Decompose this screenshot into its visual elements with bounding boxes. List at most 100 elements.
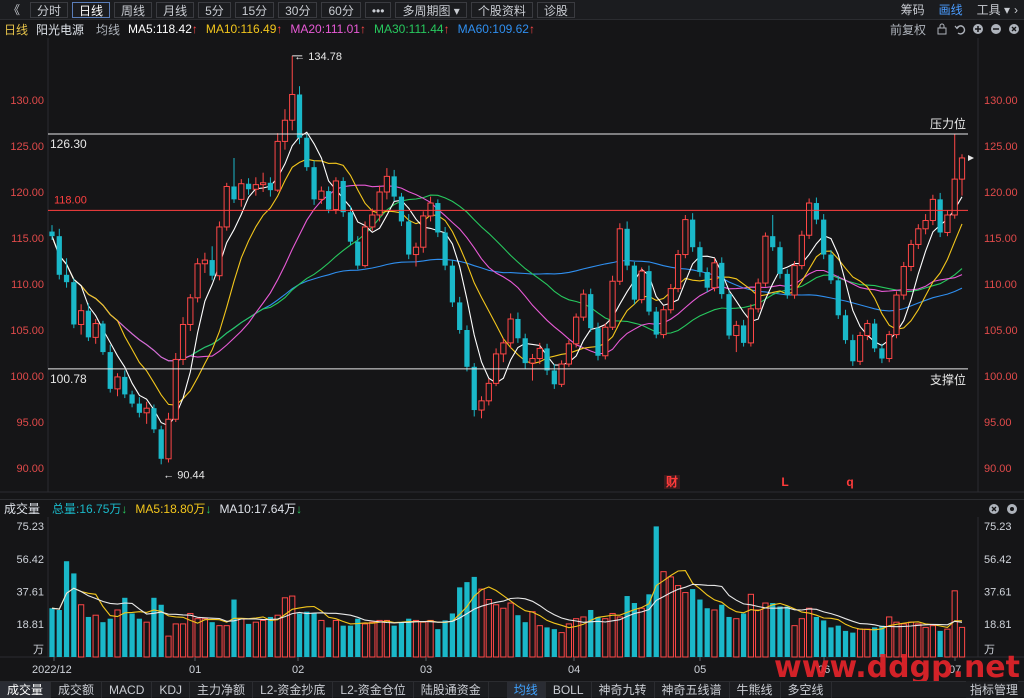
indicator-manage-button[interactable]: 指标管理 [965,681,1018,698]
ma-type-label[interactable]: 均线 [96,21,120,38]
volume-bar [551,629,557,657]
event-marker[interactable]: q [846,475,853,489]
indicator-tab[interactable]: 多空线 [781,681,832,698]
price-tick-label: 115.00 [11,233,44,245]
candle-body [536,347,543,360]
volume-bar [136,618,142,657]
volume-bar [770,603,776,657]
candle-body [733,324,740,337]
candle-body [259,182,267,186]
period-tab[interactable]: 30分 [278,1,318,18]
period-tab[interactable]: 多周期图 ▾ [395,1,467,18]
volume-bar [536,625,543,658]
candle-body [573,316,580,345]
volume-bar [500,607,507,658]
candle-body [850,340,856,362]
volume-chart[interactable]: 75.23 75.23 56.42 56.42 37.61 37.61 18.81 18.81… [0,517,1024,681]
close-icon[interactable] [988,503,1000,515]
indicator-tab[interactable]: 陆股通资金 [414,681,489,698]
price-tick-label: 90.00 [984,463,1012,475]
volume-bar [274,614,281,658]
candle-body [252,184,259,190]
volume-bar [733,618,740,658]
zoom-in-icon[interactable] [972,23,984,35]
period-tab[interactable]: 诊股 [536,1,575,18]
candle-body [856,335,864,362]
candle-body [690,219,696,248]
candle-body [296,94,303,138]
drawing-button[interactable]: 画线 [939,1,963,18]
indicator-tab[interactable]: BOLL [546,681,592,698]
candle-body [879,348,885,359]
candle-body [551,370,557,385]
period-tab[interactable]: 日线 [72,1,111,18]
volume-bar [311,613,317,657]
volume-tick-label: 18.81 [16,619,44,631]
candle-body [471,366,477,411]
period-tab[interactable]: 个股资料 [470,1,533,18]
volume-bar [326,627,332,657]
candle-body [201,259,209,265]
reference-value: 118.00 [54,194,87,206]
period-tab[interactable]: ••• [364,1,392,18]
indicator-tab[interactable]: 成交额 [51,681,103,698]
candle-body [143,407,150,414]
candle-body [85,310,92,338]
indicator-tab[interactable]: L2-资金抄底 [253,681,334,698]
period-tab[interactable]: 月线 [156,1,195,18]
candle-body [114,376,121,390]
candlestick-chart[interactable]: 130.00 125.00 120.00 115.00 110.00 105.00 100.… [0,38,1024,499]
candle-body [435,203,441,233]
scroll-right-icon[interactable]: › [1014,3,1018,17]
period-tab[interactable]: 5分 [198,1,231,18]
indicator-tab[interactable]: 牛熊线 [730,681,781,698]
volume-tick-label: 37.61 [984,587,1012,599]
candle-body [427,202,434,217]
candle-body [464,330,470,367]
zoom-out-icon[interactable] [990,23,1002,35]
adjust-mode-button[interactable]: 前复权 [890,21,926,38]
candle-body [500,342,507,355]
up-arrow-icon: ↑ [359,22,366,36]
period-tab[interactable]: 分时 [30,1,69,18]
event-marker[interactable]: 财 [665,474,678,489]
settings-icon[interactable] [1006,503,1018,515]
close-icon[interactable] [1008,23,1020,35]
ma30-value: MA30:111.44 [373,22,444,36]
volume-ma10: MA10:17.64万 [219,502,297,516]
period-tab[interactable]: 15分 [234,1,275,18]
chip-distribution-button[interactable]: 筹码 [901,1,925,18]
volume-bar [631,603,638,657]
up-arrow-icon: ↑ [528,22,535,36]
candle-body [755,282,762,310]
candle-body [369,214,376,228]
period-tab[interactable]: 60分 [321,1,361,18]
date-tick-label: 2022/12 [32,664,72,676]
price-tick-label: 125.00 [984,141,1018,153]
candle-body [886,334,893,360]
candle-body [187,297,194,325]
undo-icon[interactable] [954,23,966,35]
indicator-tab[interactable]: 神奇五线谱 [655,681,730,698]
indicator-tab[interactable]: 均线 [506,681,546,698]
volume-ma5: MA5:18.80万 [135,502,206,516]
indicator-tab[interactable]: KDJ [152,681,191,698]
lock-icon[interactable] [936,23,948,35]
event-marker[interactable]: L [781,475,788,489]
period-tab[interactable]: 周线 [114,1,153,18]
candle-body [107,352,113,389]
candle-body [485,382,492,402]
indicator-tab[interactable]: 神奇九转 [592,681,655,698]
indicator-tab[interactable]: 主力净额 [190,681,254,698]
back-button[interactable]: 《 [2,2,26,18]
volume-bar [420,621,427,658]
max-price-label: ← 134.78 [294,51,342,63]
indicator-tab[interactable]: MACD [102,681,153,698]
candle-body [340,180,346,213]
tools-menu[interactable]: 工具 ▾ [977,1,1010,18]
indicator-tab[interactable]: L2-资金仓位 [333,681,414,698]
resistance-label: 压力位 [930,116,966,131]
indicator-tab[interactable]: 成交量 [0,681,52,698]
volume-bar [755,609,762,658]
down-arrow-icon: ↓ [205,501,212,516]
